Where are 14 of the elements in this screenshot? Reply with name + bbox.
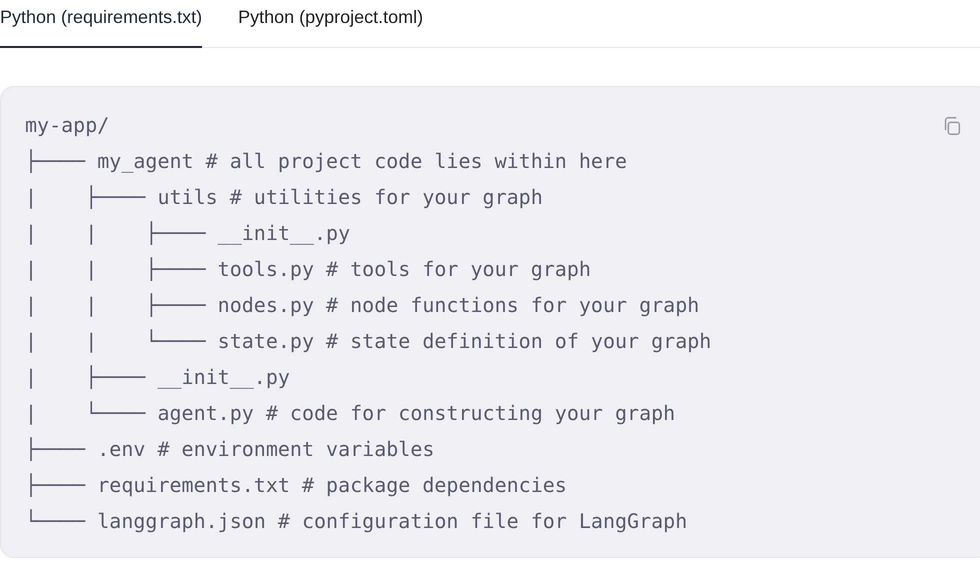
code-line: | ├──── __init__.py (25, 364, 290, 391)
code-line: ├──── my_agent # all project code lies within here (25, 148, 628, 175)
code-line: ├──── requirements.txt # package dependencies (25, 472, 567, 499)
code-line: | ├──── utils # utilities for your graph (25, 184, 543, 211)
code-line: ├──── .env # environment variables (25, 436, 434, 463)
code-line: └──── langgraph.json # configuration file for LangGraph (25, 508, 688, 535)
tab[interactable]: Python (requirements.txt) (0, 0, 202, 48)
code-line: | | └──── state.py # state definition of your graph (25, 328, 712, 355)
code-line: | | ├──── nodes.py # node functions for your graph (25, 292, 700, 319)
code-line: my-app/ (25, 112, 110, 139)
tab[interactable]: Python (pyproject.toml) (238, 0, 424, 48)
code-line: | | ├──── tools.py # tools for your graph (25, 256, 591, 283)
code-line: | └──── agent.py # code for constructing your graph (25, 400, 676, 427)
code-line: | | ├──── __init__.py (25, 220, 350, 247)
